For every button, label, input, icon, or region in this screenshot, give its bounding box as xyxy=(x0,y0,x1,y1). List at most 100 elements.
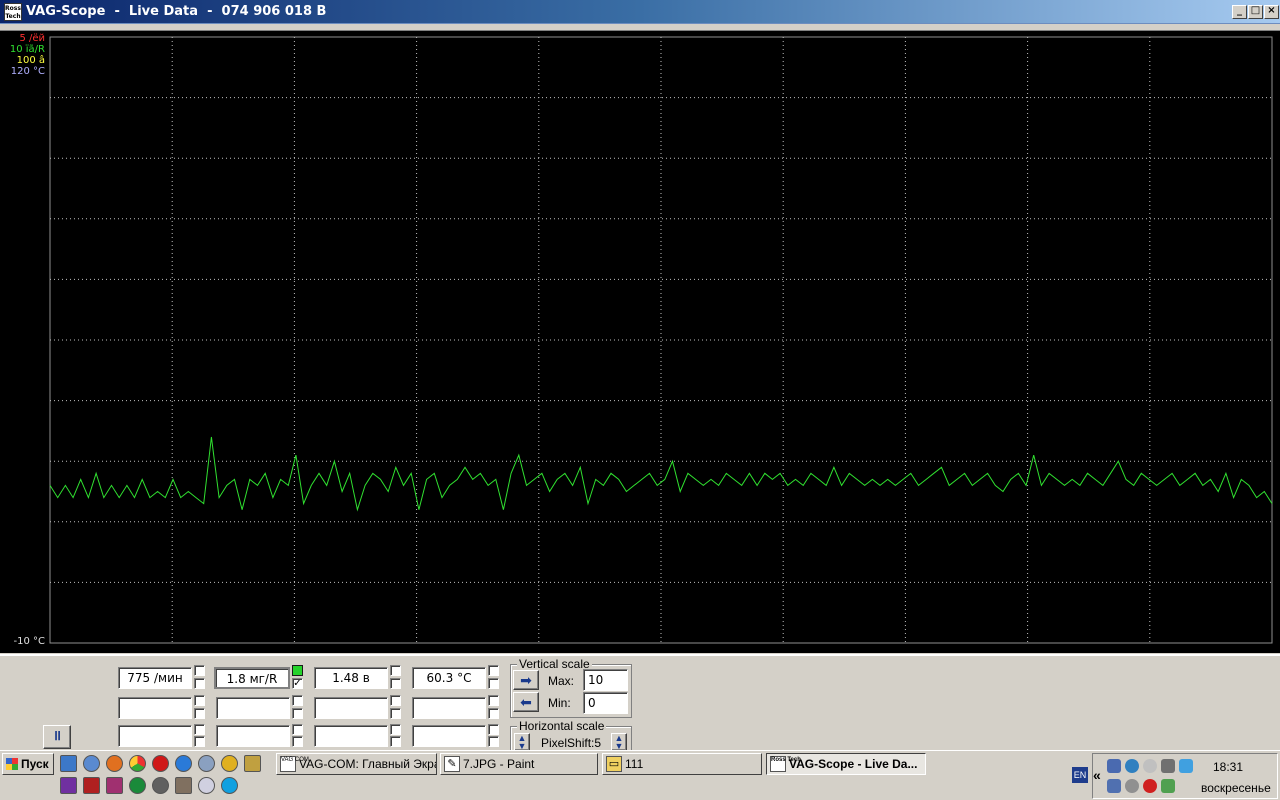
readout-slot-7-checkbox-top[interactable] xyxy=(390,695,401,706)
task-label: VAG-Scope - Live Da... xyxy=(789,757,918,771)
task-folder-111[interactable]: ▭ 111 xyxy=(602,753,762,775)
pixelshift-value: PixelShift:5 xyxy=(541,736,602,750)
control-panel: 775 /мин 1.8 мг/R ✓ 1.48 в 60.3 °C ॥ Ver… xyxy=(0,654,1280,752)
clock-day[interactable]: воскресенье xyxy=(1201,781,1271,795)
task-label: 7.JPG - Paint xyxy=(463,757,535,771)
pixelshift-decrease-button[interactable]: ▲ ▼ xyxy=(514,733,530,751)
archive-icon[interactable] xyxy=(175,777,192,794)
min-input[interactable]: 0 xyxy=(583,692,628,714)
scale-decrease-button[interactable]: ⬅ xyxy=(513,692,539,712)
readout-slot-8-checkbox-top[interactable] xyxy=(488,695,499,706)
browser-icon[interactable] xyxy=(83,755,100,772)
system-tray: 18:31 воскресенье xyxy=(1092,753,1278,799)
skype-s-icon[interactable] xyxy=(221,755,238,772)
readout-slot-10 xyxy=(216,725,290,747)
show-desktop-icon[interactable] xyxy=(60,755,77,772)
network-tray-icon[interactable] xyxy=(1107,759,1121,773)
ross-tech-task-icon: Ross Tech xyxy=(770,756,801,772)
readout-slot-10-checkbox[interactable] xyxy=(292,736,303,747)
readout-slot-12 xyxy=(412,725,486,747)
winrar-icon[interactable] xyxy=(106,777,123,794)
readout-slot-9-checkbox[interactable] xyxy=(194,736,205,747)
usb-tray-icon[interactable] xyxy=(1161,759,1175,773)
readout-slot-6-checkbox-top[interactable] xyxy=(292,695,303,706)
clock-time[interactable]: 18:31 xyxy=(1213,760,1243,774)
minimize-button[interactable]: _ xyxy=(1232,5,1247,19)
paint-icon: ✎ xyxy=(444,756,460,772)
arrow-right-icon: ➡ xyxy=(520,672,532,688)
network-icon[interactable] xyxy=(198,755,215,772)
updates-tray-icon[interactable] xyxy=(1143,759,1157,773)
max-input[interactable]: 10 xyxy=(583,669,628,691)
network-disconnected-tray-icon[interactable] xyxy=(1107,779,1121,793)
utorrent-icon[interactable] xyxy=(129,777,146,794)
cd-icon[interactable] xyxy=(198,777,215,794)
readout-slot-6 xyxy=(216,697,290,719)
readout-slot-7 xyxy=(314,697,388,719)
chrome-icon[interactable] xyxy=(129,755,146,772)
readout-slot-8-checkbox[interactable] xyxy=(488,708,499,719)
readout-slot-6-checkbox[interactable] xyxy=(292,708,303,719)
scale-label-top: 10 їã/R xyxy=(10,44,45,55)
readout-slot-11 xyxy=(314,725,388,747)
title-bar[interactable]: Ross Tech VAG-Scope - Live Data - 074 90… xyxy=(0,0,1280,24)
readout-slot-5-checkbox-top[interactable] xyxy=(194,695,205,706)
maximize-button[interactable]: □ xyxy=(1248,5,1263,19)
horizontal-scale-label: Horizontal scale xyxy=(517,719,607,733)
start-label: Пуск xyxy=(21,757,49,771)
readout-voltage-checkbox[interactable] xyxy=(390,678,401,689)
readout-temperature-checkbox[interactable] xyxy=(488,678,499,689)
monitor-tray-icon[interactable] xyxy=(1161,779,1175,793)
readout-slot-7-checkbox[interactable] xyxy=(390,708,401,719)
readout-load-checkbox[interactable]: ✓ xyxy=(292,678,303,689)
task-label: VAG-COM: Главный Экран xyxy=(299,757,437,771)
volume-tray-icon[interactable] xyxy=(1125,779,1139,793)
readout-rpm-checkbox-top[interactable] xyxy=(194,665,205,676)
readout-slot-8 xyxy=(412,697,486,719)
internet-explorer-icon[interactable] xyxy=(175,755,192,772)
dropbox-tray-icon[interactable] xyxy=(1179,759,1193,773)
skype-icon[interactable] xyxy=(221,777,238,794)
opera-icon[interactable] xyxy=(152,755,169,772)
sync-tray-icon[interactable] xyxy=(1125,759,1139,773)
readout-slot-11-checkbox-top[interactable] xyxy=(390,724,401,735)
firefox-icon[interactable] xyxy=(106,755,123,772)
readout-rpm: 775 /мин xyxy=(118,667,192,689)
scale-label-top: 100 â xyxy=(17,54,45,66)
pause-button[interactable]: ॥ xyxy=(43,725,71,749)
language-indicator[interactable]: EN xyxy=(1072,767,1088,783)
readout-slot-11-checkbox[interactable] xyxy=(390,736,401,747)
window-title: VAG-Scope - Live Data - 074 906 018 B xyxy=(26,4,327,19)
readout-slot-12-checkbox-top[interactable] xyxy=(488,724,499,735)
scale-increase-button[interactable]: ➡ xyxy=(513,670,539,690)
app-icon-red[interactable] xyxy=(83,777,100,794)
max-label: Max: xyxy=(548,674,575,688)
readout-slot-12-checkbox[interactable] xyxy=(488,736,499,747)
save-icon[interactable] xyxy=(60,777,77,794)
ross-tech-icon: Ross Tech xyxy=(4,3,22,21)
readout-slot-5-checkbox[interactable] xyxy=(194,708,205,719)
scope-plot-area: 5 /ёй 10 їã/R 100 â 120 °C -10 °C xyxy=(0,30,1280,653)
start-button[interactable]: Пуск xyxy=(2,753,54,775)
scale-label-bottom: -10 °C xyxy=(14,636,46,647)
readout-slot-9-checkbox-top[interactable] xyxy=(194,724,205,735)
task-paint[interactable]: ✎ 7.JPG - Paint xyxy=(440,753,598,775)
readout-slot-10-checkbox-top[interactable] xyxy=(292,724,303,735)
readout-load-indicator xyxy=(292,665,303,676)
readout-temperature-checkbox-top[interactable] xyxy=(488,665,499,676)
task-vag-com[interactable]: VAG COM VAG-COM: Главный Экран xyxy=(276,753,437,775)
windows-logo-icon xyxy=(6,758,18,770)
readout-rpm-checkbox[interactable] xyxy=(194,678,205,689)
antivirus-tray-icon[interactable] xyxy=(1143,779,1157,793)
pixelshift-increase-button[interactable]: ▲ ▼ xyxy=(611,733,627,751)
vertical-scale-label: Vertical scale xyxy=(517,657,592,671)
readout-slot-9 xyxy=(118,725,192,747)
tool-icon[interactable] xyxy=(244,755,261,772)
task-vag-scope[interactable]: Ross Tech VAG-Scope - Live Da... xyxy=(766,753,926,775)
close-button[interactable]: × xyxy=(1264,5,1279,19)
readout-temperature: 60.3 °C xyxy=(412,667,486,689)
scale-label-top: 120 °C xyxy=(11,66,45,77)
gimp-icon[interactable] xyxy=(152,777,169,794)
readout-voltage-checkbox-top[interactable] xyxy=(390,665,401,676)
spin-up-icon: ▲ ▼ xyxy=(614,733,624,751)
